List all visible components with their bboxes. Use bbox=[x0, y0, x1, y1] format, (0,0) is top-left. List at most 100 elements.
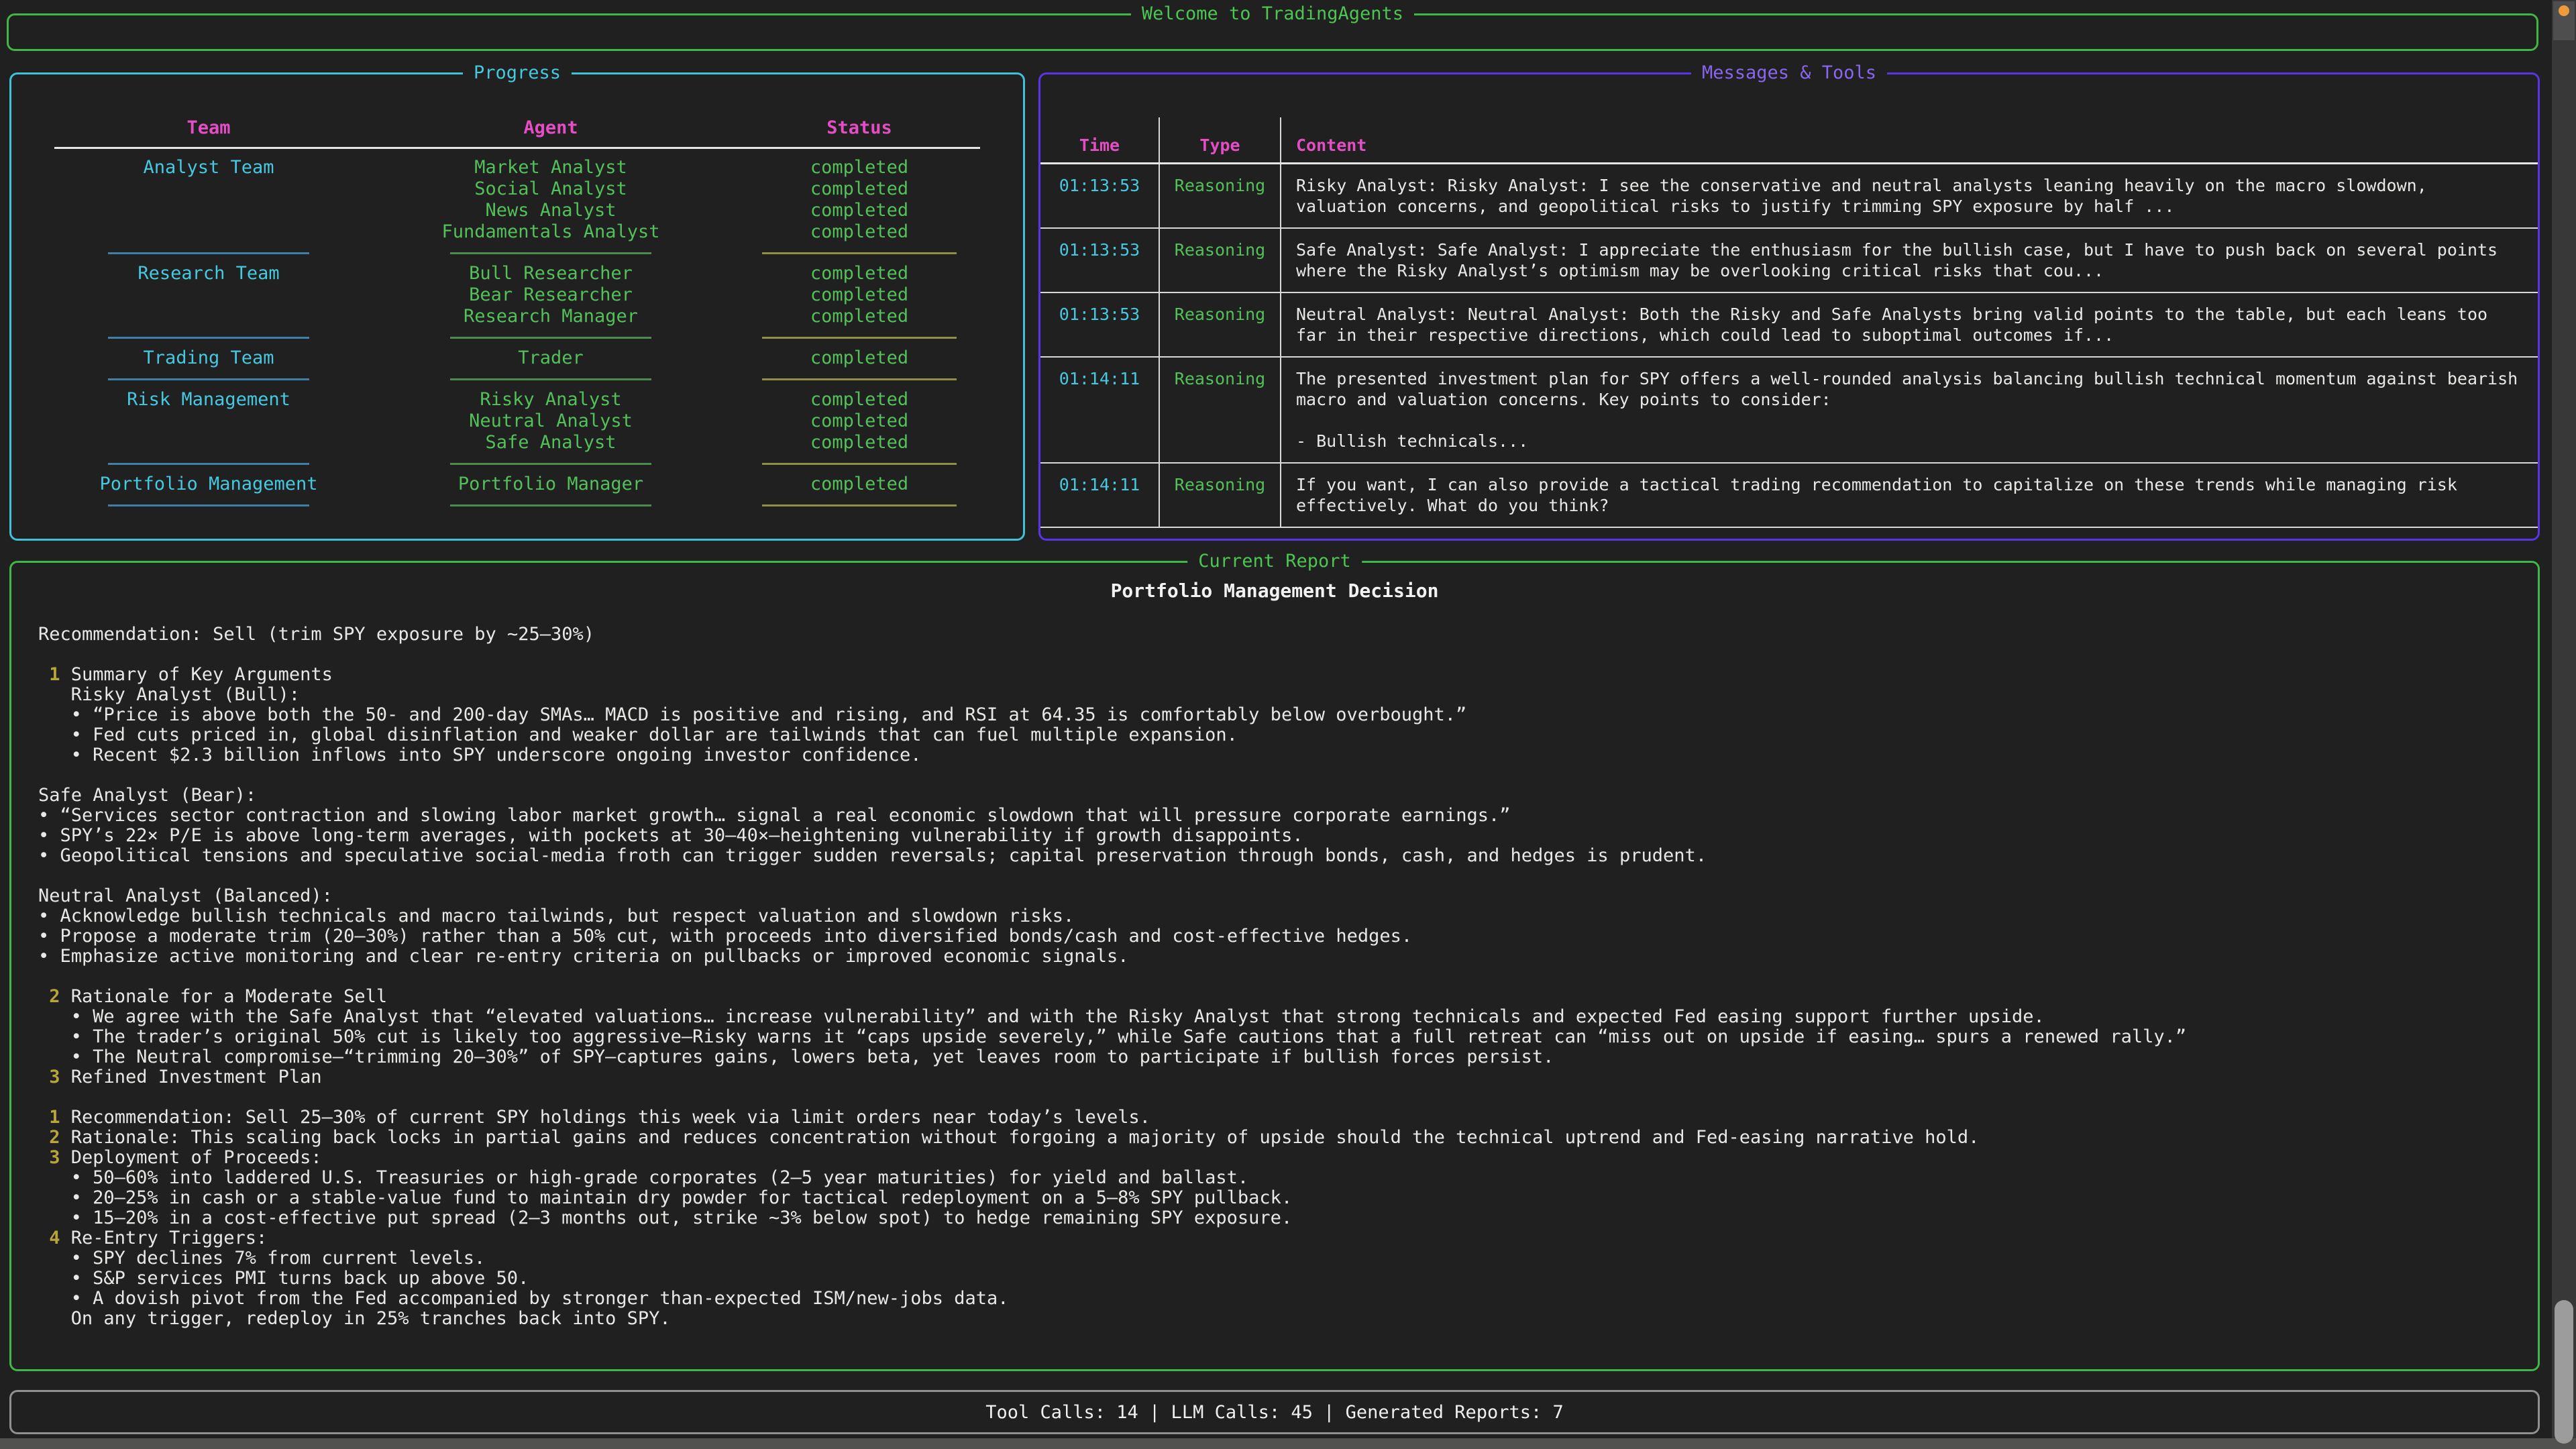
progress-team-cell bbox=[28, 178, 390, 200]
report-line: 3 Deployment of Proceeds: bbox=[38, 1148, 2518, 1168]
status-separator-line bbox=[762, 378, 957, 380]
report-line: • The trader’s original 50% cut is likel… bbox=[38, 1027, 2518, 1047]
report-body: Recommendation: Sell (trim SPY exposure … bbox=[11, 625, 2538, 1329]
messages-table: TimeTypeContent01:13:53ReasoningRisky An… bbox=[1040, 117, 2538, 528]
team-separator-line bbox=[108, 504, 309, 506]
progress-status-cell: completed bbox=[712, 347, 1007, 369]
progress-row: Safe Analystcompleted bbox=[28, 432, 1007, 453]
progress-panel: Progress TeamAgentStatusAnalyst TeamMark… bbox=[9, 72, 1025, 541]
report-line: On any trigger, redeploy in 25% tranches… bbox=[38, 1309, 2518, 1329]
progress-status-cell: completed bbox=[712, 284, 1007, 306]
status-separator-line bbox=[762, 337, 957, 339]
team-separator-line bbox=[108, 252, 309, 254]
progress-status-cell: completed bbox=[712, 306, 1007, 327]
report-line: • We agree with the Safe Analyst that “e… bbox=[38, 1007, 2518, 1027]
progress-agent-cell: Trader bbox=[390, 347, 712, 369]
messages-column-header-content: Content bbox=[1281, 117, 2538, 162]
report-list-number: 2 bbox=[49, 1127, 60, 1148]
report-line: • “Services sector contraction and slowi… bbox=[38, 806, 2518, 826]
progress-row: News Analystcompleted bbox=[28, 200, 1007, 221]
messages-column-header-type: Type bbox=[1160, 117, 1281, 162]
message-type-cell: Reasoning bbox=[1160, 293, 1281, 356]
message-row: 01:13:53ReasoningSafe Analyst: Safe Anal… bbox=[1040, 229, 2538, 293]
report-line: • Recent $2.3 billion inflows into SPY u… bbox=[38, 745, 2518, 765]
progress-team-cell: Trading Team bbox=[28, 347, 390, 369]
report-line: 3 Refined Investment Plan bbox=[38, 1067, 2518, 1087]
agent-separator-line bbox=[450, 337, 651, 339]
progress-row: Analyst TeamMarket Analystcompleted bbox=[28, 157, 1007, 178]
message-type-cell: Reasoning bbox=[1160, 164, 1281, 227]
progress-column-header: Status bbox=[712, 117, 1007, 139]
progress-row: Trading TeamTradercompleted bbox=[28, 347, 1007, 369]
progress-status-cell: completed bbox=[712, 200, 1007, 221]
progress-row: Fundamentals Analystcompleted bbox=[28, 221, 1007, 243]
progress-status-cell: completed bbox=[712, 221, 1007, 243]
bottom-edge-bar bbox=[0, 1438, 2576, 1449]
report-list-number: 1 bbox=[49, 1107, 60, 1128]
report-heading: Portfolio Management Decision bbox=[11, 580, 2538, 602]
report-line bbox=[38, 967, 2518, 987]
progress-column-header: Team bbox=[28, 117, 390, 139]
progress-team-cell bbox=[28, 221, 390, 243]
progress-row: Neutral Analystcompleted bbox=[28, 411, 1007, 432]
report-line: • Fed cuts priced in, global disinflatio… bbox=[38, 725, 2518, 745]
progress-agent-cell: Research Manager bbox=[390, 306, 712, 327]
stats-bar: Tool Calls: 14 | LLM Calls: 45 | Generat… bbox=[9, 1390, 2540, 1434]
progress-status-cell: completed bbox=[712, 389, 1007, 411]
progress-team-cell: Analyst Team bbox=[28, 157, 390, 178]
message-row: 01:14:11ReasoningIf you want, I can also… bbox=[1040, 464, 2538, 528]
status-separator-line bbox=[762, 463, 957, 465]
progress-status-cell: completed bbox=[712, 157, 1007, 178]
progress-row: Social Analystcompleted bbox=[28, 178, 1007, 200]
progress-status-cell: completed bbox=[712, 178, 1007, 200]
report-line: • 50–60% into laddered U.S. Treasuries o… bbox=[38, 1168, 2518, 1188]
message-content-cell: If you want, I can also provide a tactic… bbox=[1281, 464, 2538, 527]
report-list-number: 1 bbox=[49, 664, 60, 685]
report-line: • Emphasize active monitoring and clear … bbox=[38, 947, 2518, 967]
report-line: 4 Re-Entry Triggers: bbox=[38, 1228, 2518, 1248]
report-line: • 15–20% in a cost-effective put spread … bbox=[38, 1208, 2518, 1228]
progress-row: Research TeamBull Researchercompleted bbox=[28, 263, 1007, 284]
progress-row: Portfolio ManagementPortfolio Managercom… bbox=[28, 474, 1007, 495]
progress-team-cell bbox=[28, 306, 390, 327]
status-separator-line bbox=[762, 252, 957, 254]
report-line: • S&P services PMI turns back up above 5… bbox=[38, 1269, 2518, 1289]
progress-header-separator bbox=[54, 147, 980, 149]
report-line: Neutral Analyst (Balanced): bbox=[38, 886, 2518, 906]
report-panel-title: Current Report bbox=[1187, 550, 1362, 573]
scrollbar-track[interactable] bbox=[2552, 0, 2576, 1449]
progress-group-separator bbox=[28, 495, 1007, 515]
report-line bbox=[38, 866, 2518, 886]
message-content-cell: The presented investment plan for SPY of… bbox=[1281, 358, 2538, 462]
agent-separator-line bbox=[450, 463, 651, 465]
report-line: • Acknowledge bullish technicals and mac… bbox=[38, 906, 2518, 926]
scrollbar-thumb[interactable] bbox=[2555, 1300, 2573, 1444]
messages-header-row: TimeTypeContent bbox=[1040, 117, 2538, 164]
progress-agent-cell: News Analyst bbox=[390, 200, 712, 221]
messages-panel-title: Messages & Tools bbox=[1691, 62, 1887, 85]
tradingagents-terminal: Welcome to TradingAgents Progress TeamAg… bbox=[0, 0, 2576, 1449]
report-line: 1 Summary of Key Arguments bbox=[38, 665, 2518, 685]
progress-column-header: Agent bbox=[390, 117, 712, 139]
message-row: 01:14:11ReasoningThe presented investmen… bbox=[1040, 358, 2538, 464]
report-line: • SPY declines 7% from current levels. bbox=[38, 1248, 2518, 1269]
message-type-cell: Reasoning bbox=[1160, 229, 1281, 292]
progress-group-separator bbox=[28, 243, 1007, 263]
report-line bbox=[38, 645, 2518, 665]
message-time-cell: 01:13:53 bbox=[1040, 164, 1160, 227]
agent-separator-line bbox=[450, 252, 651, 254]
progress-panel-title: Progress bbox=[463, 62, 572, 85]
message-row: 01:13:53ReasoningRisky Analyst: Risky An… bbox=[1040, 164, 2538, 229]
progress-agent-cell: Portfolio Manager bbox=[390, 474, 712, 495]
message-content-cell: Neutral Analyst: Neutral Analyst: Both t… bbox=[1281, 293, 2538, 356]
report-line bbox=[38, 765, 2518, 786]
progress-header-row: TeamAgentStatus bbox=[28, 117, 1007, 139]
team-separator-line bbox=[108, 463, 309, 465]
message-type-cell: Reasoning bbox=[1160, 358, 1281, 462]
progress-agent-cell: Bear Researcher bbox=[390, 284, 712, 306]
message-row: 01:13:53ReasoningNeutral Analyst: Neutra… bbox=[1040, 293, 2538, 358]
scrollbar-top-button[interactable] bbox=[2553, 1, 2575, 40]
stats-text: Tool Calls: 14 | LLM Calls: 45 | Generat… bbox=[985, 1402, 1564, 1423]
progress-status-cell: completed bbox=[712, 432, 1007, 453]
report-list-number: 3 bbox=[49, 1147, 60, 1168]
